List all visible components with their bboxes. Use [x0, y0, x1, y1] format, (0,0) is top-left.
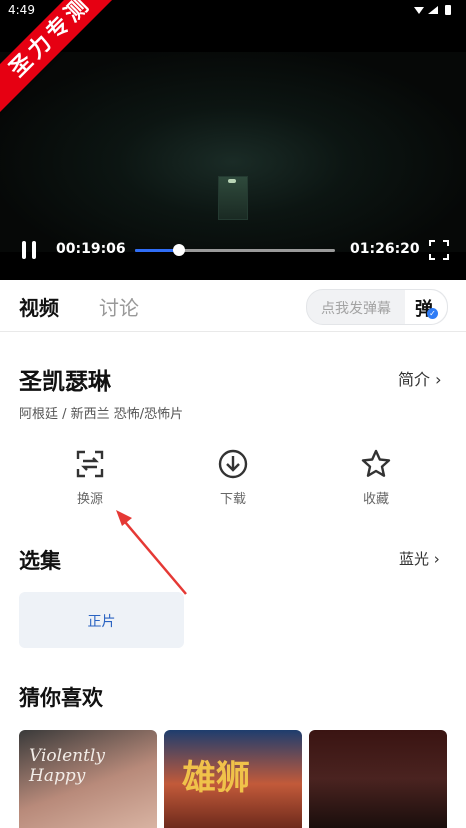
fullscreen-icon[interactable] — [429, 240, 449, 260]
danmu-toggle-button[interactable]: 弹 ✓ — [405, 290, 447, 324]
poster-card-1[interactable]: Violently Happy — [19, 730, 157, 828]
progress-slider[interactable] — [135, 244, 335, 256]
action-label-switch: 换源 — [76, 492, 103, 507]
check-icon: ✓ — [427, 308, 438, 319]
total-time: 01:26:20 — [350, 241, 420, 257]
episode-item[interactable]: 正片 — [19, 592, 184, 648]
poster-title-1: Violently Happy — [29, 746, 105, 786]
progress-knob[interactable] — [173, 244, 185, 256]
tab-discuss[interactable]: 讨论 — [99, 292, 139, 321]
danmu-input[interactable]: 点我发弹幕 弹 ✓ — [306, 289, 448, 325]
tabs-divider — [0, 331, 466, 332]
current-time: 00:19:06 — [56, 241, 126, 257]
poster-title-2: 雄狮 — [182, 758, 250, 798]
quality-selector[interactable]: 蓝光 › — [399, 548, 440, 569]
wifi-signal-battery-icon — [414, 5, 451, 15]
video-frame[interactable] — [0, 52, 466, 252]
movie-title: 圣凯瑟琳 — [19, 369, 111, 395]
tab-video[interactable]: 视频 — [19, 292, 59, 321]
intro-link[interactable]: 简介 › — [398, 366, 442, 390]
action-label-download: 下载 — [219, 492, 246, 507]
pause-icon[interactable] — [20, 241, 38, 259]
download-button[interactable]: 下载 — [203, 448, 263, 518]
status-icons — [412, 4, 456, 19]
episode-label: 正片 — [87, 614, 116, 630]
poster-card-3[interactable] — [309, 730, 447, 828]
movie-meta: 阿根廷 / 新西兰 恐怖/恐怖片 — [19, 407, 184, 422]
status-time: 4:49 — [8, 3, 35, 17]
action-label-favorite: 收藏 — [362, 492, 389, 507]
episodes-title: 选集 — [19, 549, 61, 573]
poster-card-2[interactable]: 雄狮 — [164, 730, 302, 828]
video-scene-light — [228, 179, 236, 183]
switch-source-icon — [76, 450, 104, 478]
danmu-placeholder[interactable]: 点我发弹幕 — [321, 298, 391, 318]
annotation-arrow — [116, 510, 187, 595]
star-icon — [361, 449, 391, 477]
recommend-title: 猜你喜欢 — [19, 686, 103, 710]
favorite-button[interactable]: 收藏 — [346, 448, 406, 518]
download-icon — [218, 449, 248, 479]
video-player[interactable]: 4:49 圣力专测 00:19:06 01:26:20 — [0, 0, 466, 280]
